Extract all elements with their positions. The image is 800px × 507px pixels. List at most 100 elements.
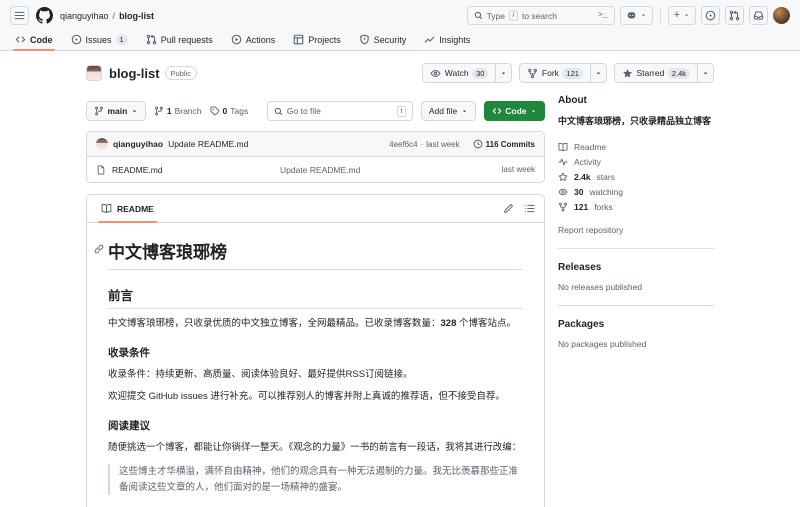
issues-dashboard-button[interactable] xyxy=(701,6,720,25)
commit-separator: · xyxy=(420,139,424,149)
file-commit-message[interactable]: Update README.md xyxy=(280,165,502,175)
github-mark-icon xyxy=(36,7,53,24)
meta-stars[interactable]: 2.4k stars xyxy=(558,169,714,184)
report-repository-link[interactable]: Report repository xyxy=(558,225,623,235)
tab-pull-requests[interactable]: Pull requests xyxy=(139,29,220,50)
chevron-down-icon xyxy=(461,108,468,115)
fork-button-group: Fork 121 xyxy=(519,63,607,83)
code-icon xyxy=(492,106,502,116)
watch-button[interactable]: Watch 30 xyxy=(422,63,497,83)
tab-code[interactable]: Code xyxy=(8,29,60,51)
copilot-button[interactable] xyxy=(619,6,653,25)
github-logo[interactable] xyxy=(36,7,53,24)
sidebar-divider xyxy=(558,248,714,250)
search-icon xyxy=(274,107,283,116)
starred-button[interactable]: Starred 2.4k xyxy=(613,63,698,83)
tags-link[interactable]: 0 Tags xyxy=(209,106,248,116)
fork-label: Fork xyxy=(541,68,559,78)
commit-author[interactable]: qianguyihao xyxy=(113,139,163,149)
packages-title: Packages xyxy=(558,319,605,331)
list-icon xyxy=(524,203,535,214)
copilot-icon xyxy=(626,10,637,21)
fork-icon xyxy=(527,68,538,79)
branches-count: 1 xyxy=(166,106,172,116)
repo-nav: Code Issues 1 Pull requests Actions Proj… xyxy=(0,29,800,51)
slash-key-hint: / xyxy=(509,10,518,21)
readme-h2-preface: 前言 xyxy=(108,285,523,309)
commit-history-link[interactable]: 116 Commits xyxy=(473,139,535,149)
readme-tab-bar: README xyxy=(87,195,544,223)
fork-button[interactable]: Fork 121 xyxy=(519,63,591,83)
create-new-button[interactable]: + xyxy=(667,6,696,25)
shield-icon xyxy=(359,34,370,45)
code-download-button[interactable]: Code xyxy=(483,101,545,121)
tag-icon xyxy=(209,106,220,116)
commits-count-label: 116 Commits xyxy=(485,139,535,149)
fork-dropdown-button[interactable] xyxy=(589,63,607,83)
file-browser: qianguyihao Update README.md 4eef6c4 · l… xyxy=(86,131,545,183)
file-row[interactable]: README.md Update README.md last week xyxy=(87,157,544,182)
tab-readme[interactable]: README xyxy=(96,195,159,223)
pull-requests-dashboard-button[interactable] xyxy=(725,6,744,25)
readme-panel: README 中文博客琅琊榜 前言 中文博客琅琊榜，只收录优质的中文独立博客，全… xyxy=(86,194,545,507)
tab-label: Projects xyxy=(308,34,341,45)
plus-icon: + xyxy=(673,9,680,21)
anchor-link-icon[interactable] xyxy=(94,244,104,254)
commit-message[interactable]: Update README.md xyxy=(168,139,248,149)
search-placeholder-post: to search xyxy=(521,10,557,21)
global-search-input[interactable]: Type / to search >_ xyxy=(466,6,615,25)
tab-projects[interactable]: Projects xyxy=(286,29,348,50)
breadcrumb: qianguyihao / blog-list xyxy=(60,11,154,21)
tab-label: Pull requests xyxy=(160,34,213,45)
tab-actions[interactable]: Actions xyxy=(224,29,283,50)
about-title: About xyxy=(558,95,587,106)
commit-sha[interactable]: 4eef6c4 xyxy=(389,140,417,149)
code-button-label: Code xyxy=(505,106,527,116)
tab-insights[interactable]: Insights xyxy=(417,29,477,50)
repo-title[interactable]: blog-list xyxy=(109,66,160,81)
code-toolbar: main 1 Branch 0 Tags Go to file t Add fi… xyxy=(86,92,545,131)
breadcrumb-repo[interactable]: blog-list xyxy=(119,11,154,21)
play-icon xyxy=(231,34,242,45)
meta-watching[interactable]: 30 watching xyxy=(558,184,714,199)
file-name[interactable]: README.md xyxy=(112,165,280,175)
star-dropdown-button[interactable] xyxy=(697,63,714,83)
star-icon xyxy=(558,172,568,182)
visibility-badge: Public xyxy=(164,66,197,80)
star-icon xyxy=(622,68,633,79)
releases-empty: No releases published xyxy=(558,282,643,293)
current-branch-name: main xyxy=(107,106,128,116)
header-divider xyxy=(659,8,661,23)
meta-forks[interactable]: 121 forks xyxy=(558,199,714,214)
chevron-down-icon xyxy=(683,12,690,19)
repo-meta-list: Readme Activity 2.4k stars 30 watching 1… xyxy=(558,139,714,214)
file-icon xyxy=(96,165,106,175)
chevron-down-icon xyxy=(702,70,709,77)
hamburger-menu-button[interactable] xyxy=(10,6,29,25)
repo-sidebar: About 中文博客琅琊榜，只收录精品独立博客 Readme Activity xyxy=(558,92,714,349)
notifications-inbox-button[interactable] xyxy=(749,6,768,25)
breadcrumb-owner[interactable]: qianguyihao xyxy=(60,11,109,21)
star-count: 2.4k xyxy=(667,67,690,79)
meta-readme[interactable]: Readme xyxy=(558,139,714,154)
go-to-file-input[interactable]: Go to file t xyxy=(266,101,413,121)
branches-label: Branch xyxy=(174,106,202,116)
commit-author-avatar[interactable] xyxy=(96,138,108,150)
tab-security[interactable]: Security xyxy=(352,29,414,50)
branch-selector-button[interactable]: main xyxy=(86,101,146,121)
user-avatar[interactable] xyxy=(773,7,790,24)
meta-activity[interactable]: Activity xyxy=(558,154,714,169)
packages-section: Packages No packages published xyxy=(558,319,714,349)
fork-icon xyxy=(558,202,568,212)
edit-readme-button[interactable] xyxy=(503,203,514,214)
book-icon xyxy=(558,142,568,152)
repo-owner-avatar xyxy=(86,65,102,81)
go-to-file-placeholder: Go to file xyxy=(286,106,321,116)
command-palette-icon[interactable]: >_ xyxy=(598,11,608,20)
add-file-button[interactable]: Add file xyxy=(420,101,476,121)
tab-issues[interactable]: Issues 1 xyxy=(64,29,135,50)
git-pull-request-icon xyxy=(146,34,157,45)
watch-dropdown-button[interactable] xyxy=(495,63,513,83)
outline-button[interactable] xyxy=(524,203,535,214)
branches-link[interactable]: 1 Branch xyxy=(154,106,202,116)
